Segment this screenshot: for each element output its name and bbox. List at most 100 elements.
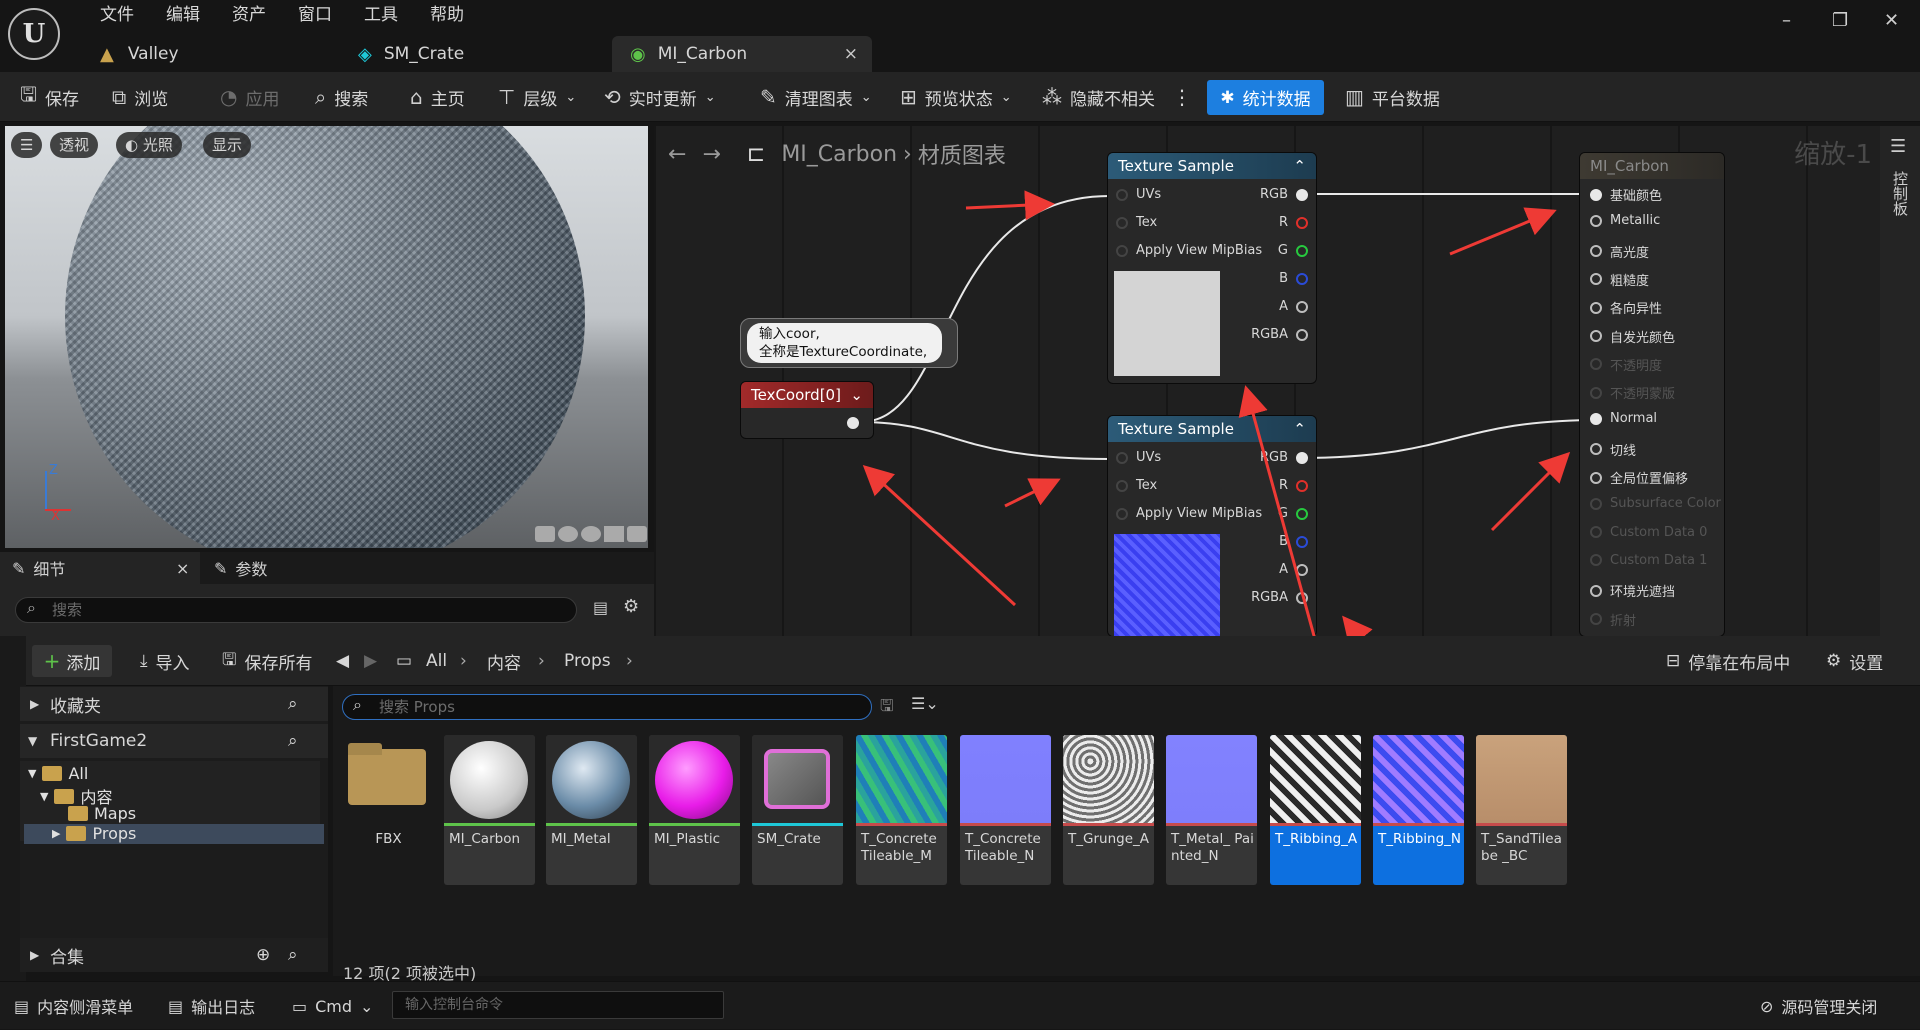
result-pin[interactable]: 粗糙度 xyxy=(1590,270,1649,289)
menu-window[interactable]: 窗口 xyxy=(282,4,348,26)
add-button[interactable]: + 添加 xyxy=(32,645,112,677)
history-forward-icon[interactable]: ▶ xyxy=(364,636,377,686)
save-all-button[interactable]: 🖫 保存所有 xyxy=(222,636,312,686)
menu-edit[interactable]: 编辑 xyxy=(150,4,216,26)
collections-section[interactable]: ▶ 合集 ⊕ ⌕ xyxy=(20,938,328,972)
asset-tile[interactable]: T_Ribbing_A xyxy=(1270,735,1361,885)
details-search-input[interactable]: 搜索 xyxy=(15,597,577,623)
asset-tile[interactable]: T_Grunge_A xyxy=(1063,735,1154,885)
dock-in-layout-button[interactable]: ⊟ 停靠在布局中 xyxy=(1666,636,1790,686)
source-control-button[interactable]: ⊘ 源码管理关闭 xyxy=(1760,982,1877,1030)
cube-preview-icon[interactable] xyxy=(604,526,624,542)
preview-state-button[interactable]: ⊞ 预览状态 ⌄ xyxy=(900,72,1012,122)
menu-help[interactable]: 帮助 xyxy=(414,4,480,26)
add-collection-icon[interactable]: ⊕ xyxy=(256,945,270,965)
comment-bubble[interactable]: 输入coor, 全称是TextureCoordinate, xyxy=(740,318,958,368)
asset-tile[interactable]: T_Concrete Tileable_N xyxy=(960,735,1051,885)
result-pin[interactable]: 全局位置偏移 xyxy=(1590,468,1688,487)
result-pin[interactable]: 高光度 xyxy=(1590,242,1649,261)
path-content[interactable]: 内容 xyxy=(487,636,521,686)
stats-button[interactable]: ✱ 统计数据 xyxy=(1207,80,1324,115)
project-section[interactable]: ▼ FirstGame2 ⌕ xyxy=(20,724,328,758)
tab-parameters[interactable]: ✎ 参数 xyxy=(202,552,342,584)
path-all[interactable]: All xyxy=(426,636,447,686)
history-back-icon[interactable]: ◀ xyxy=(336,636,349,686)
collapse-icon[interactable]: ⌃ xyxy=(1293,420,1306,438)
search-icon[interactable]: ⌕ xyxy=(288,945,298,965)
tree-item-maps[interactable]: Maps xyxy=(68,804,136,823)
menu-asset[interactable]: 资产 xyxy=(216,4,282,26)
asset-tile[interactable]: T_Metal_ Painted_N xyxy=(1166,735,1257,885)
filter-icon[interactable]: ☰⌄ xyxy=(911,694,939,713)
plane-preview-icon[interactable] xyxy=(581,526,601,542)
platform-stats-button[interactable]: ▥ 平台数据 xyxy=(1345,72,1440,122)
result-pin[interactable]: 环境光遮挡 xyxy=(1590,581,1675,600)
texture-sample-node-1[interactable]: Texture Sample ⌃ UVs Tex Apply View MipBi… xyxy=(1108,153,1316,383)
table-view-icon[interactable]: ▤ xyxy=(593,598,608,617)
asset-tile[interactable]: MI_Carbon xyxy=(444,735,535,885)
favorites-section[interactable]: ▶ 收藏夹 ⌕ xyxy=(20,687,328,721)
minimize-icon[interactable]: – xyxy=(1782,10,1791,31)
live-update-button[interactable]: ⟲ 实时更新 ⌄ xyxy=(604,72,716,122)
tab-close-icon[interactable]: × xyxy=(844,44,858,64)
result-pin[interactable]: 切线 xyxy=(1590,440,1636,459)
texcoord-output-pin[interactable] xyxy=(847,417,859,429)
browse-button[interactable]: ⧉ 浏览 xyxy=(112,72,168,122)
tab-sm-crate[interactable]: ◈ SM_Crate xyxy=(340,36,610,72)
result-pin[interactable]: Custom Data 1 xyxy=(1590,553,1707,568)
asset-tile[interactable]: T_Ribbing_N xyxy=(1373,735,1464,885)
tree-item-props[interactable]: ▶ Props xyxy=(52,824,136,843)
result-pin[interactable]: 自发光颜色 xyxy=(1590,327,1675,346)
console-input[interactable]: 输入控制台命令 xyxy=(392,991,724,1019)
collapse-icon[interactable]: ⌃ xyxy=(1293,157,1306,175)
search-button[interactable]: ⌕ 搜索 xyxy=(315,72,368,122)
menu-icon[interactable]: ☰ xyxy=(1890,136,1906,157)
teapot-preview-icon[interactable] xyxy=(627,526,647,542)
asset-tile[interactable]: MI_Metal xyxy=(546,735,637,885)
gear-icon[interactable]: ⚙ xyxy=(623,596,639,617)
path-props[interactable]: Props xyxy=(564,636,611,686)
show-button[interactable]: 显示 xyxy=(203,132,252,158)
search-icon[interactable]: ⌕ xyxy=(288,694,298,714)
save-search-icon[interactable]: 🖫 xyxy=(880,695,894,722)
import-button[interactable]: ⤓ 导入 xyxy=(140,636,190,686)
result-pin[interactable]: 不透明度 xyxy=(1590,355,1662,374)
asset-tile[interactable]: FBX xyxy=(343,735,434,885)
chevron-down-icon[interactable]: ⌄ xyxy=(850,386,863,404)
menu-tools[interactable]: 工具 xyxy=(348,4,414,26)
folder-icon[interactable]: ▭ xyxy=(396,636,412,686)
clean-graph-button[interactable]: ✎ 清理图表 ⌄ xyxy=(760,72,872,122)
preview-viewport[interactable]: ☰ 透视 ◐ 光照 显示 Z X xyxy=(5,126,648,548)
material-result-node[interactable]: MI_Carbon 基础颜色 Metallic 高光度 粗糙度 各向异性 自发光颜色 不透明… xyxy=(1580,153,1724,636)
tab-mi-carbon[interactable]: ◉ MI_Carbon × xyxy=(612,36,872,72)
restore-icon[interactable]: ❐ xyxy=(1832,10,1848,31)
unreal-logo-icon[interactable]: U xyxy=(8,8,60,60)
asset-tile[interactable]: T_SandTileabe _BC xyxy=(1476,735,1567,885)
result-pin[interactable]: 各向异性 xyxy=(1590,298,1662,317)
save-button[interactable]: 🖫 保存 xyxy=(20,72,79,122)
asset-tile[interactable]: T_Concrete Tileable_M xyxy=(856,735,947,885)
tree-item-all[interactable]: ▼ All xyxy=(28,764,88,783)
output-log-button[interactable]: ▤ 输出日志 xyxy=(168,982,255,1030)
result-pin[interactable]: 基础颜色 xyxy=(1590,185,1662,204)
tab-details[interactable]: ✎ 细节 × xyxy=(0,552,200,584)
content-settings-button[interactable]: ⚙ 设置 xyxy=(1826,636,1883,686)
result-pin[interactable]: 折射 xyxy=(1590,610,1636,629)
hierarchy-button[interactable]: ⊤ 层级 ⌄ xyxy=(498,72,576,122)
close-icon[interactable]: ✕ xyxy=(1884,10,1899,31)
result-pin[interactable]: 不透明蒙版 xyxy=(1590,383,1675,402)
tab-valley[interactable]: ▲ Valley xyxy=(82,36,337,72)
lit-button[interactable]: ◐ 光照 xyxy=(116,132,182,158)
asset-search-input[interactable]: 搜索 Props xyxy=(342,694,872,720)
details-close-icon[interactable]: × xyxy=(176,559,189,578)
result-pin[interactable]: Normal xyxy=(1590,411,1657,426)
viewport-menu-icon[interactable]: ☰ xyxy=(11,132,43,158)
texcoord-node[interactable]: TexCoord[0] ⌄ xyxy=(741,382,873,438)
perspective-button[interactable]: 透视 xyxy=(50,132,99,158)
cylinder-preview-icon[interactable] xyxy=(535,526,555,542)
apply-button[interactable]: ◔ 应用 xyxy=(220,72,279,122)
more-options-icon[interactable]: ⋮ xyxy=(1172,72,1192,122)
menu-file[interactable]: 文件 xyxy=(84,4,150,26)
search-icon[interactable]: ⌕ xyxy=(288,731,298,751)
texture-sample-node-2[interactable]: Texture Sample ⌃ UVs Tex Apply View MipBi… xyxy=(1108,416,1316,636)
